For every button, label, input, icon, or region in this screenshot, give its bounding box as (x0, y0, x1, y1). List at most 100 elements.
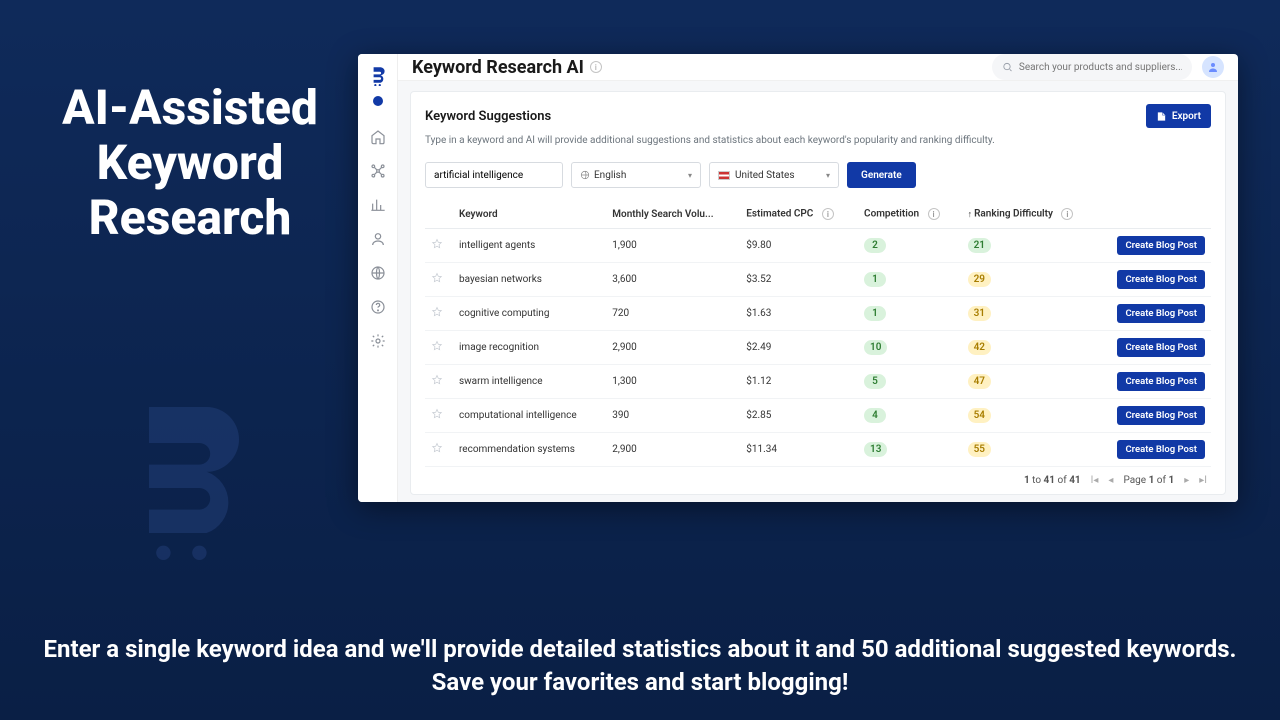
info-icon[interactable]: i (590, 61, 602, 73)
search-icon (1002, 61, 1013, 73)
star-icon[interactable] (431, 442, 443, 454)
results-table: Keyword Monthly Search Volu... Estimated… (425, 200, 1211, 467)
star-icon[interactable] (431, 340, 443, 352)
star-icon[interactable] (431, 238, 443, 250)
card-subtitle: Type in a keyword and AI will provide ad… (425, 134, 1211, 148)
pager-next-icon[interactable]: ▸ (1184, 475, 1189, 486)
cell-cpc: $3.52 (740, 263, 858, 297)
difficulty-badge: 54 (968, 408, 991, 423)
info-icon[interactable]: i (822, 208, 834, 220)
controls-row: English ▾ United States ▾ Generate (425, 162, 1211, 188)
table-row: swarm intelligence1,300$1.12547Create Bl… (425, 365, 1211, 399)
sidebar-collapse-toggle[interactable] (373, 96, 383, 106)
home-icon[interactable] (369, 128, 387, 146)
col-volume[interactable]: Monthly Search Volu... (606, 200, 740, 229)
pager-last-icon[interactable]: ▸I (1199, 475, 1207, 486)
create-blog-post-button[interactable]: Create Blog Post (1117, 338, 1205, 357)
create-blog-post-button[interactable]: Create Blog Post (1117, 440, 1205, 459)
create-blog-post-button[interactable]: Create Blog Post (1117, 236, 1205, 255)
cell-keyword: intelligent agents (453, 229, 606, 263)
col-cpc[interactable]: Estimated CPC i (740, 200, 858, 229)
competition-badge: 1 (864, 306, 886, 321)
globe-small-icon (580, 170, 590, 180)
global-search[interactable] (992, 54, 1192, 80)
difficulty-badge: 47 (968, 374, 991, 389)
competition-badge: 5 (864, 374, 886, 389)
cell-keyword: image recognition (453, 331, 606, 365)
star-icon[interactable] (431, 374, 443, 386)
cell-keyword: swarm intelligence (453, 365, 606, 399)
export-label: Export (1172, 111, 1201, 122)
create-blog-post-button[interactable]: Create Blog Post (1117, 372, 1205, 391)
user-icon[interactable] (369, 230, 387, 248)
cell-cpc: $9.80 (740, 229, 858, 263)
create-blog-post-button[interactable]: Create Blog Post (1117, 270, 1205, 289)
star-icon[interactable] (431, 408, 443, 420)
export-button[interactable]: Export (1146, 104, 1211, 128)
help-icon[interactable] (369, 298, 387, 316)
card-title: Keyword Suggestions (425, 109, 551, 124)
search-input[interactable] (1019, 62, 1182, 73)
pager-prev-icon[interactable]: ◂ (1108, 475, 1113, 486)
star-icon[interactable] (431, 306, 443, 318)
difficulty-badge: 31 (968, 306, 991, 321)
hero-title-line: Keyword (30, 135, 350, 190)
cell-volume: 1,900 (606, 229, 740, 263)
create-blog-post-button[interactable]: Create Blog Post (1117, 406, 1205, 425)
hero-title-line: Research (30, 190, 350, 245)
app-window: Keyword Research AI i Keyword Suggestion… (358, 54, 1238, 502)
topbar: Keyword Research AI i (398, 54, 1238, 81)
keyword-input[interactable] (434, 170, 554, 181)
avatar[interactable] (1202, 56, 1224, 78)
language-value: English (594, 170, 626, 181)
globe-icon[interactable] (369, 264, 387, 282)
pagination: 1 to 41 of 41 I◂ ◂ Page 1 of 1 ▸ (425, 467, 1211, 486)
sort-asc-icon: ↑ (968, 210, 973, 220)
person-icon (1207, 61, 1219, 73)
chart-icon[interactable] (369, 196, 387, 214)
table-row: image recognition2,900$2.491042Create Bl… (425, 331, 1211, 365)
keyword-input-wrap[interactable] (425, 162, 563, 188)
cell-volume: 1,300 (606, 365, 740, 399)
pager-range: 1 to 41 of 41 (1024, 475, 1081, 486)
country-select[interactable]: United States ▾ (709, 162, 839, 188)
page-title: Keyword Research AI (412, 57, 584, 78)
network-icon[interactable] (369, 162, 387, 180)
brand-logo-large (95, 380, 275, 560)
col-competition[interactable]: Competition i (858, 200, 962, 229)
keyword-card: Keyword Suggestions Export Type in a key… (410, 91, 1226, 495)
hero-title-line: AI-Assisted (30, 80, 350, 135)
competition-badge: 1 (864, 272, 886, 287)
info-icon[interactable]: i (928, 208, 940, 220)
competition-badge: 2 (864, 238, 886, 253)
cell-keyword: bayesian networks (453, 263, 606, 297)
difficulty-badge: 29 (968, 272, 991, 287)
cell-keyword: computational intelligence (453, 399, 606, 433)
chevron-down-icon: ▾ (826, 171, 830, 180)
language-select[interactable]: English ▾ (571, 162, 701, 188)
table-row: cognitive computing720$1.63131Create Blo… (425, 297, 1211, 331)
settings-icon[interactable] (369, 332, 387, 350)
cell-cpc: $2.85 (740, 399, 858, 433)
cell-cpc: $1.63 (740, 297, 858, 331)
star-icon[interactable] (431, 272, 443, 284)
table-row: bayesian networks3,600$3.52129Create Blo… (425, 263, 1211, 297)
cell-volume: 2,900 (606, 331, 740, 365)
cell-keyword: recommendation systems (453, 433, 606, 467)
main-area: Keyword Research AI i Keyword Suggestion… (398, 54, 1238, 502)
pager-first-icon[interactable]: I◂ (1091, 475, 1099, 486)
col-difficulty[interactable]: ↑Ranking Difficulty i (962, 200, 1101, 229)
content: Keyword Suggestions Export Type in a key… (398, 81, 1238, 502)
country-value: United States (735, 170, 795, 181)
create-blog-post-button[interactable]: Create Blog Post (1117, 304, 1205, 323)
competition-badge: 13 (864, 442, 887, 457)
generate-button[interactable]: Generate (847, 162, 916, 188)
cell-volume: 2,900 (606, 433, 740, 467)
cell-cpc: $11.34 (740, 433, 858, 467)
col-keyword[interactable]: Keyword (453, 200, 606, 229)
competition-badge: 4 (864, 408, 886, 423)
cell-keyword: cognitive computing (453, 297, 606, 331)
col-action (1101, 200, 1211, 229)
export-icon (1156, 111, 1167, 122)
info-icon[interactable]: i (1061, 208, 1073, 220)
